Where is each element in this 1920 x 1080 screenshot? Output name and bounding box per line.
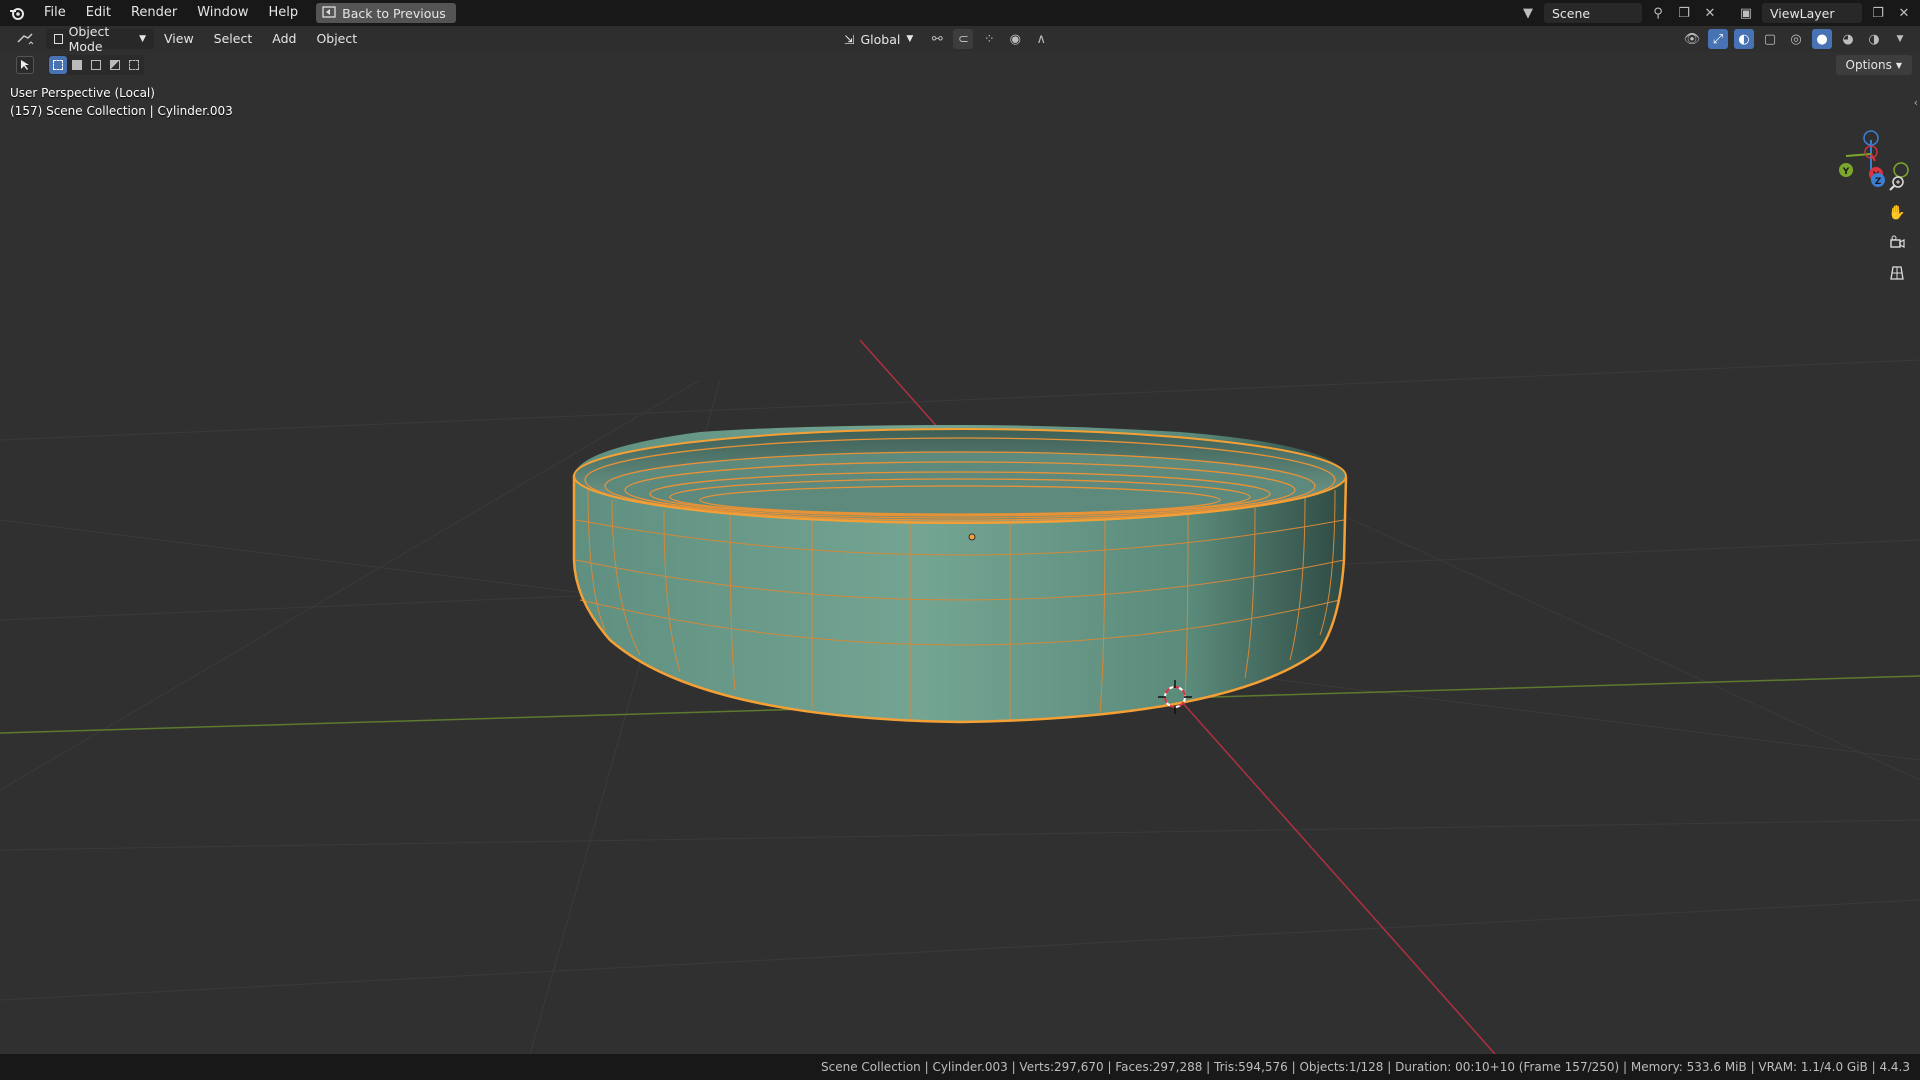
perspective-label: User Perspective (Local) [10,86,155,100]
menu-edit[interactable]: Edit [76,0,121,26]
object-origin [968,533,976,541]
viewlayer-selector-icon[interactable]: ▣ [1736,3,1756,23]
wireframe-shading-icon[interactable]: ◎ [1786,29,1806,49]
menu-select[interactable]: Select [204,26,263,52]
chevron-down-icon: ▼ [906,34,914,44]
menu-add[interactable]: Add [262,26,306,52]
view-layer-name: ViewLayer [1770,5,1835,21]
object-mode-icon [54,34,63,44]
menu-render[interactable]: Render [121,0,187,26]
solid-shading-icon[interactable]: ● [1812,29,1832,49]
orientation-dropdown[interactable]: ⇲ Global ▼ [836,29,921,49]
scene-name: Scene [1552,5,1591,21]
gizmo-y-label: Y [1842,167,1850,177]
delete-scene-icon[interactable]: ✕ [1700,3,1720,23]
workspace-controls: ▼ Scene ⚲ ❐ ✕ ▣ ViewLayer ❐ ✕ [1518,0,1920,26]
navigation-gizmo[interactable]: Y X [1826,92,1916,182]
overlay-toggle-icon[interactable]: ◐ [1734,29,1754,49]
select-new-icon[interactable] [49,56,67,74]
gizmo-toggle-icon[interactable]: ⤢ [1708,29,1728,49]
orientation-icon: ⇲ [844,31,855,47]
status-bar: Scene Collection | Cylinder.003 | Verts:… [0,1054,1920,1080]
new-viewlayer-icon[interactable]: ❐ [1868,3,1888,23]
status-stats: Scene Collection | Cylinder.003 | Verts:… [821,1060,1910,1074]
cylinder-mesh[interactable] [572,425,1348,724]
menu-object[interactable]: Object [306,26,367,52]
scene-name-field[interactable]: Scene [1544,3,1642,23]
ortho-grid-icon[interactable] [1884,260,1910,286]
rendered-shading-icon[interactable]: ◑ [1864,29,1884,49]
pan-hand-icon[interactable]: ✋ [1884,200,1910,226]
delete-viewlayer-icon[interactable]: ✕ [1894,3,1914,23]
back-to-previous-button[interactable]: Back to Previous [316,3,456,23]
menu-help[interactable]: Help [259,0,309,26]
options-label: Options [1845,58,1892,72]
proportional-edit-icon[interactable]: ◉ [1005,29,1025,49]
options-dropdown[interactable]: Options ▼ [1835,55,1912,75]
3d-viewport[interactable]: User Perspective (Local) (157) Scene Col… [0,52,1920,1054]
tool-row [0,52,1920,78]
viewport-canvas [0,339,1920,1054]
gizmo-z-label: Z [1875,177,1882,187]
chevron-down-icon: ▼ [139,34,146,44]
falloff-icon[interactable]: ∧ [1031,29,1051,49]
screen-icon [322,5,336,21]
pivot-icon[interactable]: ⚯ [927,29,947,49]
pin-icon[interactable]: ⚲ [1648,3,1668,23]
orientation-label: Global [860,31,901,47]
select-subtract-icon[interactable] [87,56,105,74]
snap-toggle-icon[interactable]: ⊂ [953,29,974,49]
chevron-down-icon: ▼ [1895,60,1902,70]
new-scene-icon[interactable]: ❐ [1674,3,1694,23]
snap-target-icon[interactable]: ⁘ [979,29,999,49]
transform-controls: ⇲ Global ▼ ⚯ ⊂ ⁘ ◉ ∧ [836,29,1051,49]
select-intersect-icon[interactable] [125,56,143,74]
collection-label: (157) Scene Collection | Cylinder.003 [10,104,233,118]
visibility-icon[interactable]: 👁 [1682,29,1702,49]
select-extend-icon[interactable] [68,56,86,74]
viewport-header: Object Mode ▼ View Select Add Object ⇲ G… [0,24,1920,54]
mode-label: Object Mode [68,24,110,54]
menu-file[interactable]: File [34,0,76,26]
selection-mode-group [48,55,144,75]
view-layer-field[interactable]: ViewLayer [1762,3,1862,23]
menu-view[interactable]: View [154,26,204,52]
material-shading-icon[interactable]: ◕ [1838,29,1858,49]
editor-type-icon[interactable] [10,29,40,49]
camera-view-icon[interactable] [1884,230,1910,256]
blender-logo-icon[interactable] [0,0,34,26]
back-to-previous-label: Back to Previous [342,5,446,21]
xray-toggle-icon[interactable]: ▢ [1760,29,1780,49]
sidebar-toggle-icon[interactable]: ‹ [1914,96,1918,109]
shading-controls: 👁 ⤢ ◐ ▢ ◎ ● ◕ ◑ ▼ [1682,29,1910,49]
shading-options-icon[interactable]: ▼ [1890,29,1910,49]
menu-window[interactable]: Window [187,0,258,26]
scene-selector-icon[interactable]: ▼ [1518,3,1538,23]
zoom-icon[interactable] [1884,170,1910,196]
mode-dropdown[interactable]: Object Mode ▼ [46,24,154,54]
top-menu-bar: File Edit Render Window Help Back to Pre… [0,0,1920,26]
select-tool-icon[interactable] [16,56,34,74]
select-invert-icon[interactable] [106,56,124,74]
